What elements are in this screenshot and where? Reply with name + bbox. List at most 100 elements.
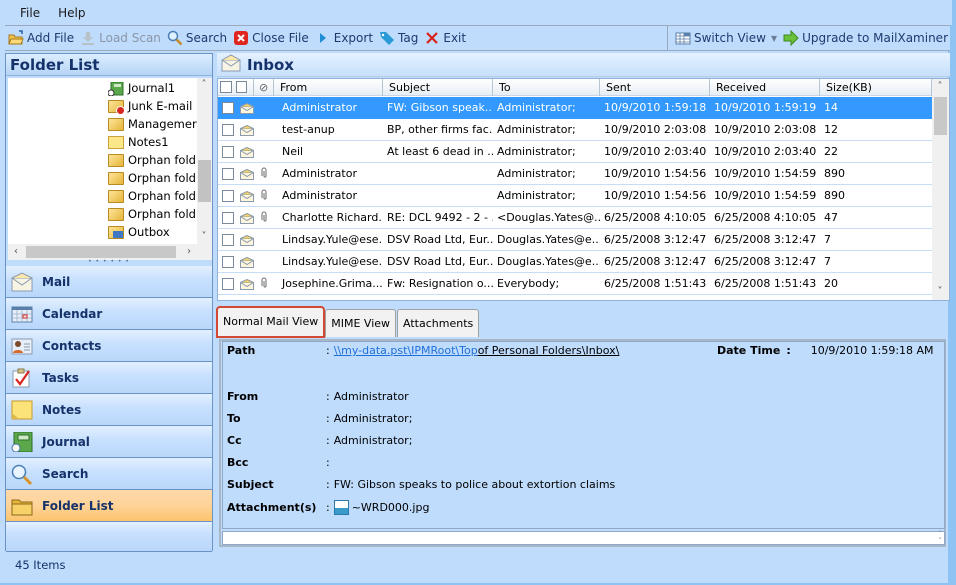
row-checkbox[interactable]: [222, 277, 234, 290]
load-scan-button[interactable]: Load Scan: [77, 26, 164, 50]
tree-item-outbox[interactable]: Outbox: [108, 223, 170, 241]
upgrade-button[interactable]: Upgrade to MailXaminer: [780, 26, 951, 50]
paperclip-icon: [258, 166, 270, 181]
menu-file[interactable]: File: [20, 6, 40, 20]
scroll-up-icon[interactable]: ˄: [933, 80, 947, 94]
cell-sent: 10/9/2010 1:59:18 ...: [604, 101, 710, 114]
scrollbar-thumb[interactable]: [934, 97, 947, 135]
exit-button[interactable]: Exit: [421, 26, 469, 50]
path-link[interactable]: \\my-data.pst\IPMRoot\Top: [334, 344, 478, 357]
from-row: From : Administrator: [227, 390, 409, 403]
menu-help[interactable]: Help: [58, 6, 85, 20]
grid-vertical-scrollbar[interactable]: ˄ ˅: [932, 79, 949, 300]
table-row[interactable]: Administrator Administrator; 10/9/2010 1:5…: [218, 185, 932, 207]
table-row[interactable]: Administrator Administrator; 10/9/2010 1:5…: [218, 163, 932, 185]
column-received[interactable]: Received: [710, 79, 820, 96]
scrollbar-thumb[interactable]: [198, 160, 211, 202]
nav-item-tasks[interactable]: Tasks: [6, 362, 212, 394]
scroll-down-icon[interactable]: ˅: [197, 230, 211, 244]
row-checkbox[interactable]: [222, 101, 234, 114]
row-checkbox[interactable]: [222, 167, 234, 180]
cell-from: Charlotte Richard...: [282, 211, 383, 224]
tab-mime-view[interactable]: MIME View: [325, 309, 397, 337]
envelope-icon: [240, 146, 254, 158]
cell-received: 6/25/2008 1:51:43 ...: [714, 277, 820, 290]
search-button[interactable]: Search: [164, 26, 230, 50]
column-sent[interactable]: Sent: [600, 79, 710, 96]
path-label: Path: [227, 344, 256, 357]
status-item-count: 45 Items: [15, 558, 66, 572]
attachment-file-link[interactable]: ~WRD000.jpg: [352, 501, 430, 514]
tree-item-orphan-folder[interactable]: Orphan fold: [108, 169, 196, 187]
scroll-down-icon[interactable]: ˅: [933, 285, 947, 299]
envelope-icon: [240, 212, 254, 224]
scroll-left-icon[interactable]: ‹: [9, 245, 23, 259]
add-file-button[interactable]: Add File: [5, 26, 77, 50]
column-from[interactable]: From: [274, 79, 383, 96]
row-checkbox[interactable]: [222, 189, 234, 202]
nav-item-journal[interactable]: Journal: [6, 426, 212, 458]
body-scroll-arrows-icon[interactable]: ˄ ˅: [939, 531, 943, 545]
nav-item-folder-list[interactable]: Folder List: [6, 490, 212, 522]
envelope-icon: [240, 256, 254, 268]
paperclip-icon: [258, 276, 270, 291]
cell-sent: 10/9/2010 2:03:08 ...: [604, 123, 710, 136]
close-file-button[interactable]: Close File: [230, 26, 312, 50]
tree-item-notes1[interactable]: Notes1: [108, 133, 169, 151]
table-row[interactable]: Lindsay.Yule@ese... DSV Road Ltd, Eur... D…: [218, 251, 932, 273]
nav-item-search[interactable]: Search: [6, 458, 212, 490]
tree-item-orphan-folder[interactable]: Orphan fold: [108, 205, 196, 223]
envelope-icon: [240, 124, 254, 136]
cell-to: Administrator;: [497, 123, 576, 136]
cell-sent: 6/25/2008 1:51:43 ...: [604, 277, 710, 290]
mail-icon: [11, 271, 33, 292]
export-button[interactable]: Export: [312, 26, 376, 50]
scroll-up-icon[interactable]: ˄: [197, 78, 211, 92]
row-checkbox[interactable]: [222, 145, 234, 158]
cell-from: Lindsay.Yule@ese...: [282, 233, 383, 246]
scroll-right-icon[interactable]: ›: [182, 245, 196, 259]
tree-item-orphan-folder[interactable]: Orphan fold: [108, 151, 196, 169]
cell-sent: 6/25/2008 3:12:47 ...: [604, 233, 710, 246]
header-attachment[interactable]: ⊘: [254, 79, 274, 96]
tree-item-management[interactable]: Managemer: [108, 115, 197, 133]
mail-body-area[interactable]: ˄ ˅: [222, 531, 945, 545]
nav-item-mail[interactable]: Mail: [6, 266, 212, 298]
column-size[interactable]: Size(KB): [820, 79, 932, 96]
switch-view-button[interactable]: Switch View ▼: [672, 26, 780, 50]
row-checkbox[interactable]: [222, 255, 234, 268]
cell-size: 47: [824, 211, 838, 224]
row-checkbox[interactable]: [222, 233, 234, 246]
table-row[interactable]: Josephine.Grima... Fw: Resignation o... Ev…: [218, 273, 932, 295]
tree-item-journal1[interactable]: Journal1: [107, 79, 175, 97]
table-row[interactable]: Neil At least 6 dead in ... Administrator;…: [218, 141, 932, 163]
table-row[interactable]: Administrator FW: Gibson speak... Administ…: [218, 97, 932, 119]
select-all-checkbox[interactable]: [218, 79, 234, 96]
cell-size: 12: [824, 123, 838, 136]
attachments-label: Attachment(s): [227, 501, 317, 514]
tag-button[interactable]: Tag: [376, 26, 421, 50]
header-read-status[interactable]: [234, 79, 254, 96]
nav-item-calendar[interactable]: Calendar: [6, 298, 212, 330]
tab-normal-mail-view[interactable]: Normal Mail View: [215, 306, 326, 338]
table-row[interactable]: test-anup BP, other firms fac... Administr…: [218, 119, 932, 141]
cell-to: Administrator;: [497, 189, 576, 202]
row-checkbox[interactable]: [222, 123, 234, 136]
scrollbar-thumb[interactable]: [26, 246, 176, 258]
tree-item-junk-email[interactable]: Junk E-mail: [108, 97, 192, 115]
column-subject[interactable]: Subject: [383, 79, 493, 96]
paperclip-icon: ⊘: [259, 81, 269, 94]
tree-vertical-scrollbar[interactable]: ˄ ˅: [197, 78, 212, 244]
table-row[interactable]: Charlotte Richard... RE: DCL 9492 - 2 - .…: [218, 207, 932, 229]
nav-item-notes[interactable]: Notes: [6, 394, 212, 426]
calendar-icon: [11, 304, 33, 324]
cell-subject: DSV Road Ltd, Eur...: [387, 255, 493, 268]
tab-attachments[interactable]: Attachments: [397, 309, 480, 337]
table-row[interactable]: Lindsay.Yule@ese... DSV Road Ltd, Eur... D…: [218, 229, 932, 251]
row-checkbox[interactable]: [222, 211, 234, 224]
toolbar: Add File Load Scan Search Close File Exp…: [5, 25, 950, 51]
column-to[interactable]: To: [493, 79, 600, 96]
nav-item-contacts[interactable]: Contacts: [6, 330, 212, 362]
tree-item-orphan-folder[interactable]: Orphan fold: [108, 187, 196, 205]
view-tabs: Normal Mail View MIME View Attachments: [215, 306, 480, 338]
